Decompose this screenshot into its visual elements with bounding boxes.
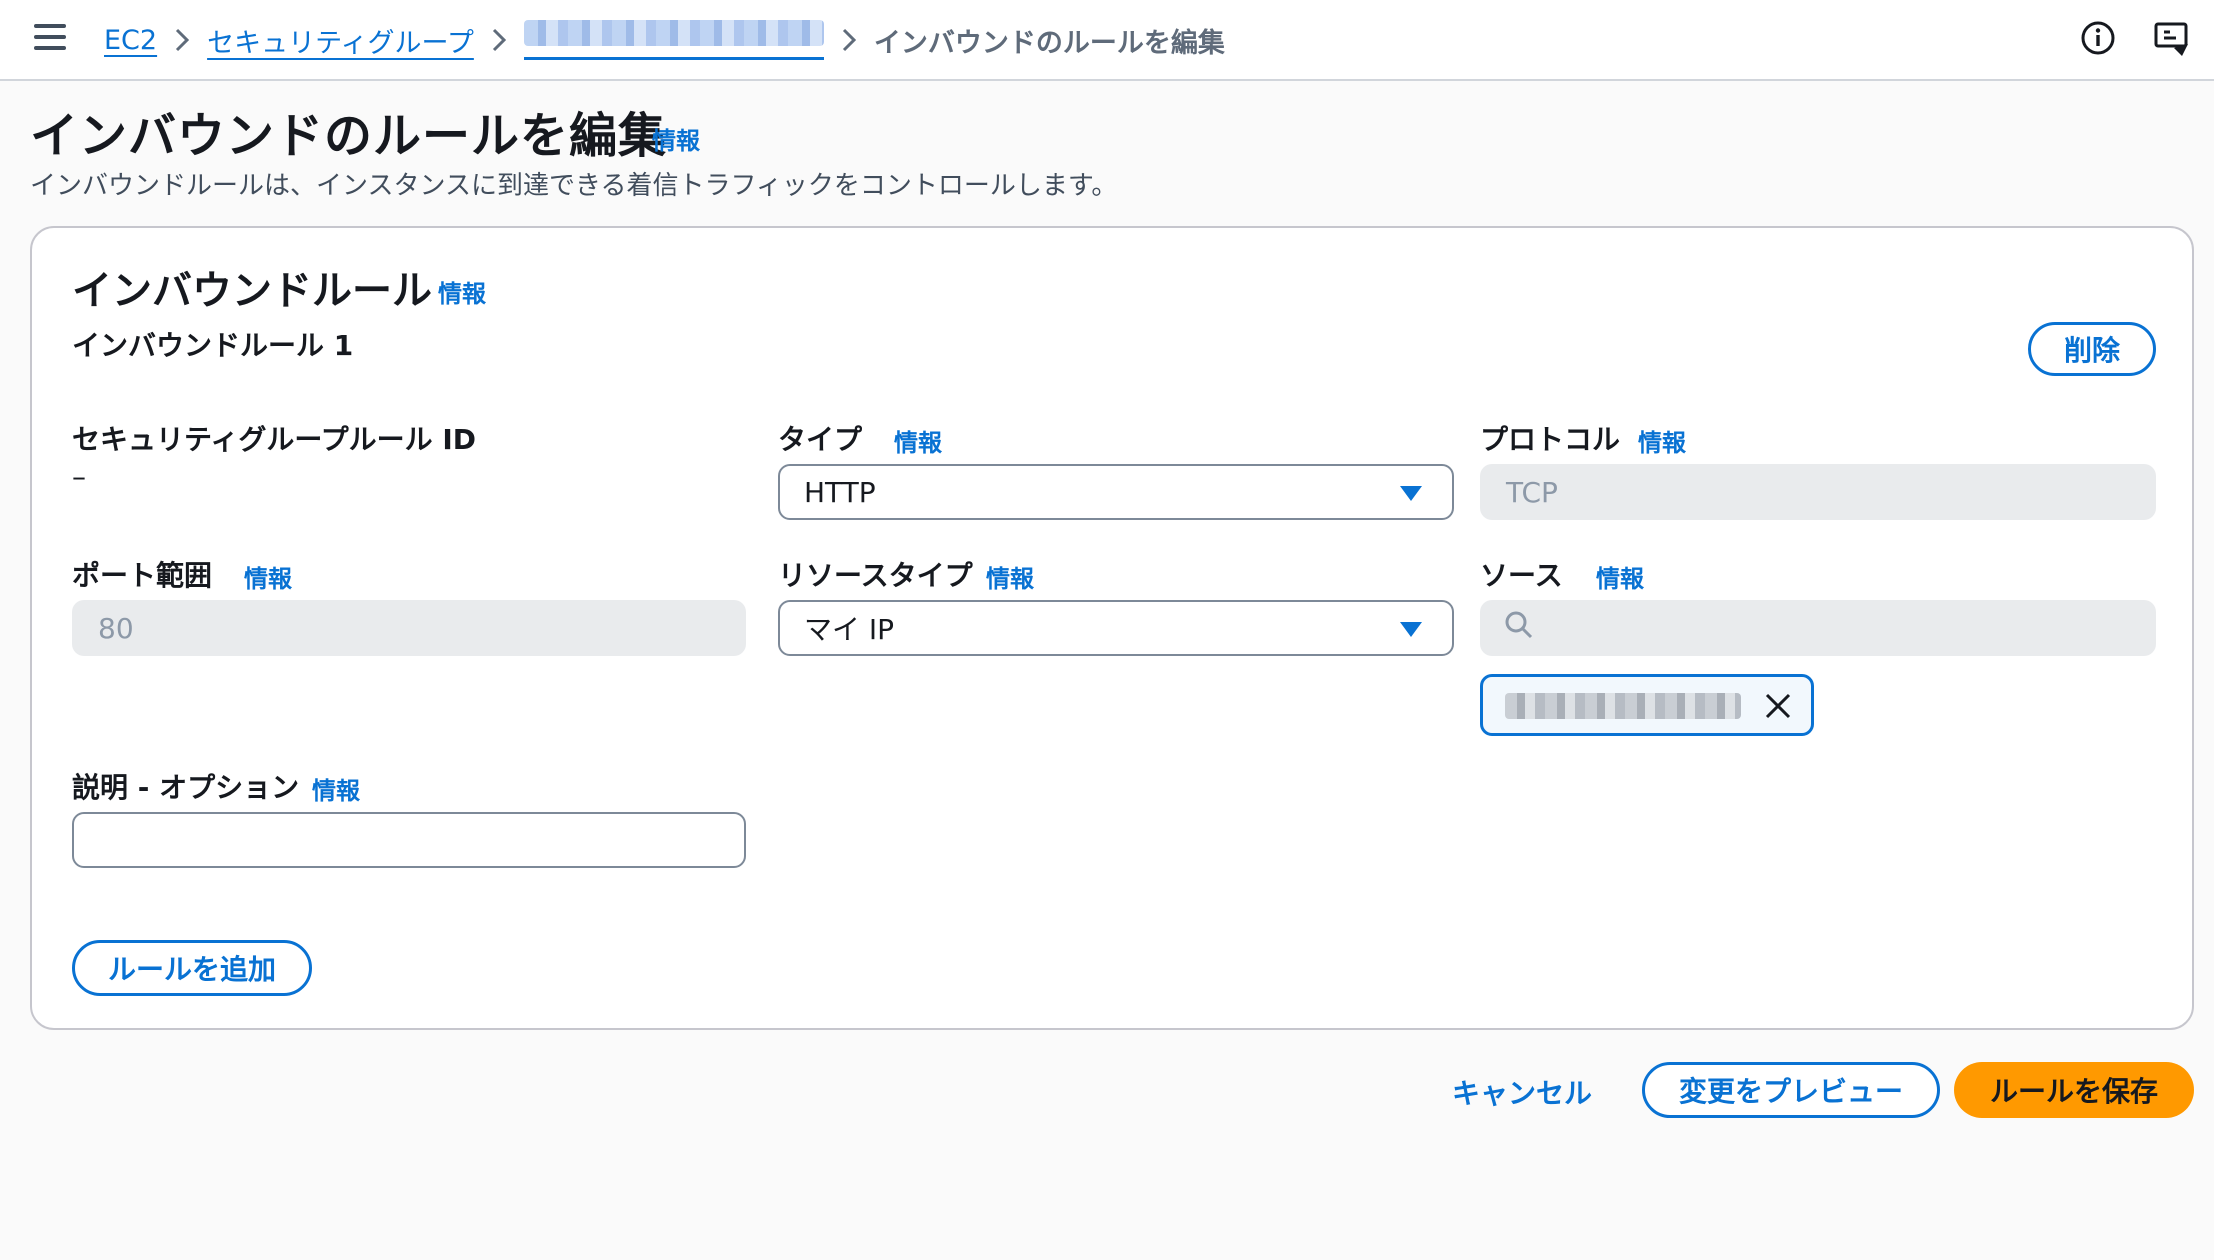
breadcrumb-ec2[interactable]: EC2 (104, 25, 157, 56)
protocol-info-link[interactable]: 情報 (1638, 423, 1686, 458)
panel-info-link[interactable]: 情報 (438, 274, 486, 309)
close-icon[interactable] (1763, 691, 1793, 725)
port-range-value: 80 (98, 611, 134, 645)
chevron-right-icon (157, 25, 207, 55)
protocol-label: プロトコル (1480, 423, 1621, 456)
search-icon (1504, 610, 1534, 647)
source-token-value (1505, 693, 1741, 719)
type-select[interactable]: HTTP (778, 464, 1454, 520)
description-label: 説明 - オプション (72, 771, 300, 804)
resource-type-select[interactable]: マイ IP (778, 600, 1454, 656)
protocol-field: TCP (1480, 464, 2156, 520)
sg-rule-id-value: – (72, 460, 86, 493)
panel-title: インバウンドルール (72, 268, 432, 314)
resource-type-info-link[interactable]: 情報 (986, 559, 1034, 594)
inbound-rules-panel: インバウンドルール 情報 インバウンドルール 1 削除 セキュリティグループルー… (30, 226, 2194, 1030)
top-navigation: EC2 セキュリティグループ インバウンドのルールを編集 (0, 0, 2214, 81)
description-info-link[interactable]: 情報 (312, 771, 360, 806)
info-circle-icon[interactable] (2078, 18, 2118, 58)
source-info-link[interactable]: 情報 (1596, 559, 1644, 594)
caret-down-icon (1400, 622, 1422, 637)
caret-down-icon (1400, 486, 1422, 501)
save-rules-button[interactable]: ルールを保存 (1954, 1062, 2194, 1118)
type-label: タイプ (778, 423, 863, 456)
feedback-icon[interactable] (2152, 18, 2192, 58)
page-description: インバウンドルールは、インスタンスに到達できる着信トラフィックをコントロールしま… (30, 171, 1118, 201)
type-select-value: HTTP (804, 475, 876, 509)
breadcrumb: EC2 セキュリティグループ インバウンドのルールを編集 (104, 18, 1225, 62)
rule-heading: インバウンドルール 1 (72, 329, 354, 362)
port-range-field: 80 (72, 600, 746, 656)
type-info-link[interactable]: 情報 (894, 423, 942, 458)
source-token (1480, 674, 1814, 736)
chevron-right-icon (474, 25, 524, 55)
resource-type-label: リソースタイプ (778, 559, 973, 592)
source-label: ソース (1480, 559, 1563, 592)
protocol-value: TCP (1506, 475, 1558, 509)
source-search-input[interactable] (1480, 600, 2156, 656)
menu-icon[interactable] (34, 24, 66, 50)
description-input[interactable] (72, 812, 746, 868)
page-title: インバウンドのルールを編集 (30, 108, 668, 164)
port-range-info-link[interactable]: 情報 (244, 559, 292, 594)
resource-type-select-value: マイ IP (804, 613, 895, 646)
delete-button[interactable]: 削除 (2028, 322, 2156, 376)
chevron-right-icon (824, 25, 874, 55)
sg-rule-id-label: セキュリティグループルール ID (72, 423, 477, 456)
preview-changes-button[interactable]: 変更をプレビュー (1642, 1062, 1940, 1118)
breadcrumb-current: インバウンドのルールを編集 (873, 27, 1225, 59)
breadcrumb-security-group-id[interactable] (523, 20, 824, 60)
port-range-label: ポート範囲 (72, 559, 213, 592)
breadcrumb-security-groups[interactable]: セキュリティグループ (207, 21, 474, 60)
page-title-info-link[interactable]: 情報 (652, 121, 700, 156)
add-rule-button[interactable]: ルールを追加 (72, 940, 312, 996)
cancel-button[interactable]: キャンセル (1452, 1072, 1592, 1112)
